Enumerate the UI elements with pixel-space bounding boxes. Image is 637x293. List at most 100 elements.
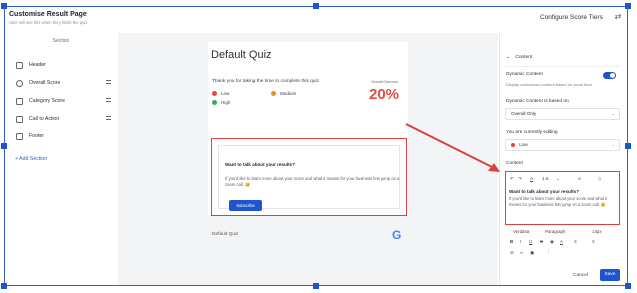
legend-label: Low bbox=[221, 91, 230, 96]
annotation-arrow bbox=[405, 123, 500, 172]
page-title: Customise Result Page bbox=[9, 11, 87, 18]
line-height-select[interactable]: 1.5 bbox=[542, 176, 548, 181]
cancel-button[interactable]: Cancel bbox=[573, 273, 588, 278]
section-item-call-to-action[interactable]: Call to Action bbox=[16, 114, 116, 124]
section-item-label: Header bbox=[29, 62, 47, 68]
resize-handle[interactable] bbox=[1, 3, 7, 9]
page-subtitle: User will see this when they finish the … bbox=[9, 20, 88, 25]
legend-dot bbox=[212, 91, 217, 96]
chevron-down-icon: ⌄ bbox=[611, 111, 615, 116]
align-left-icon[interactable]: ≡ bbox=[574, 239, 577, 244]
chevron-down-icon: ⌄ bbox=[611, 142, 615, 147]
swap-icon[interactable]: ⇄ bbox=[613, 12, 623, 22]
font-color-icon[interactable]: A bbox=[560, 239, 563, 244]
legend-item-high: High bbox=[212, 100, 230, 105]
content-collapse-label: Content bbox=[515, 55, 533, 60]
section-item-category-score[interactable]: Category Score bbox=[16, 96, 116, 106]
tag-icon[interactable]: ◇ bbox=[598, 176, 602, 182]
legend-dot bbox=[212, 100, 217, 105]
divider bbox=[505, 66, 620, 67]
cta-body: If you'd like to learn more about your s… bbox=[225, 176, 400, 187]
font-size-select[interactable]: 14px bbox=[592, 229, 602, 234]
save-button[interactable]: Save bbox=[600, 269, 620, 281]
dynamic-content-description: Display customized content based on scor… bbox=[506, 82, 592, 87]
clear-format-icon[interactable]: ⊘ bbox=[510, 250, 514, 256]
dynamic-content-label: Dynamic Content bbox=[506, 72, 543, 77]
resize-handle[interactable] bbox=[1, 283, 7, 289]
image-icon[interactable]: ▣ bbox=[530, 250, 534, 256]
underline-icon[interactable]: U bbox=[529, 239, 532, 244]
score-icon bbox=[16, 79, 23, 87]
outcome-value: 20% bbox=[369, 86, 400, 103]
editor-heading[interactable]: Want to talk about your results? bbox=[509, 189, 579, 194]
quiz-title: Default Quiz bbox=[211, 49, 272, 61]
rich-text-editor[interactable]: ↶ ↷ A 1.5 ⌄ ∞ ◇ Want to talk about your … bbox=[505, 171, 620, 225]
resize-handle[interactable] bbox=[625, 3, 631, 9]
drag-handle-icon[interactable] bbox=[106, 98, 111, 102]
redo-icon[interactable]: ↷ bbox=[518, 176, 522, 182]
cta-heading: Want to talk about your results? bbox=[225, 162, 296, 167]
section-item-header[interactable]: Header bbox=[16, 60, 116, 70]
call-to-action-highlight[interactable]: Want to talk about your results? If you'… bbox=[211, 138, 407, 216]
dynamic-content-toggle[interactable] bbox=[603, 72, 616, 79]
cta-icon bbox=[16, 115, 23, 123]
content-label: Content bbox=[506, 161, 523, 166]
add-section-button[interactable]: + Add Section bbox=[15, 156, 47, 162]
link-icon[interactable]: ∞ bbox=[578, 176, 581, 181]
paragraph-style-select[interactable]: Paragraph bbox=[545, 229, 566, 234]
section-header: Section bbox=[52, 38, 70, 44]
strikethrough-icon[interactable]: S bbox=[540, 239, 543, 244]
resize-handle[interactable] bbox=[625, 283, 631, 289]
text-color-icon[interactable]: A bbox=[530, 176, 533, 181]
editing-label: You are currently editing bbox=[506, 130, 558, 135]
page-header: Customise Result Page User will see this… bbox=[5, 7, 627, 31]
legend-item-low: Low bbox=[212, 91, 229, 96]
section-item-overall-score[interactable]: Overall Score bbox=[16, 78, 116, 88]
configure-score-tiers-link[interactable]: Configure Score Tiers bbox=[540, 14, 603, 21]
editing-tier-value: Low bbox=[519, 142, 528, 147]
based-on-select[interactable]: Overall Only ⌄ bbox=[505, 108, 620, 120]
legend-label: High bbox=[221, 100, 231, 105]
footer-quiz-name: Default Quiz bbox=[212, 232, 239, 237]
editor-toolbar: ↶ ↷ A 1.5 ⌄ ∞ ◇ bbox=[508, 174, 617, 184]
resize-handle[interactable] bbox=[313, 3, 319, 9]
content-settings-panel: ⌄ Content Dynamic Content Display custom… bbox=[499, 33, 627, 285]
result-page-preview: Default Quiz Thank you for taking the ti… bbox=[208, 42, 408, 216]
call-to-action-block[interactable]: Want to talk about your results? If you'… bbox=[218, 145, 400, 211]
italic-icon[interactable]: I bbox=[520, 239, 521, 244]
undo-icon[interactable]: ↶ bbox=[510, 176, 514, 182]
google-logo-icon: G bbox=[392, 228, 402, 242]
resize-handle[interactable] bbox=[625, 143, 631, 149]
resize-handle[interactable] bbox=[313, 283, 319, 289]
editor-body[interactable]: If you'd like to learn more about your s… bbox=[509, 196, 617, 208]
align-center-icon[interactable]: ≡ bbox=[592, 239, 595, 244]
based-on-value: Overall Only bbox=[511, 111, 537, 116]
tier-color-dot bbox=[511, 142, 515, 147]
content-collapse-toggle[interactable]: ⌄ Content bbox=[506, 55, 532, 60]
more-icon[interactable]: ⋮ bbox=[546, 249, 550, 255]
section-item-label: Category Score bbox=[29, 98, 66, 104]
drag-handle-icon[interactable] bbox=[106, 80, 111, 84]
outcome-label: Overall Outcome bbox=[371, 80, 398, 84]
based-on-label: Dynamic Content is based on bbox=[506, 99, 569, 104]
header-icon bbox=[16, 61, 23, 69]
section-item-label: Footer bbox=[29, 133, 44, 139]
footer-icon bbox=[16, 132, 23, 140]
highlight-icon[interactable]: ◉ bbox=[550, 239, 554, 245]
font-family-select[interactable]: Verdana bbox=[513, 229, 529, 234]
drag-handle-icon[interactable] bbox=[106, 116, 111, 120]
editing-tier-select[interactable]: Low ⌄ bbox=[505, 139, 620, 151]
bold-icon[interactable]: B bbox=[510, 239, 513, 244]
thanks-text: Thank you for taking the time to complet… bbox=[212, 79, 321, 84]
sections-sidebar: Section Header Overall Score Category Sc… bbox=[5, 33, 117, 285]
chevron-down-icon[interactable]: ⌄ bbox=[556, 176, 560, 182]
legend-label: Medium bbox=[280, 91, 297, 96]
subscribe-button[interactable]: Subscribe bbox=[229, 200, 262, 211]
section-item-label: Overall Score bbox=[29, 80, 61, 86]
legend-dot bbox=[271, 91, 276, 96]
link-icon[interactable]: ∞ bbox=[520, 250, 523, 255]
resize-handle[interactable] bbox=[1, 143, 7, 149]
section-item-label: Call to Action bbox=[29, 116, 60, 122]
section-item-footer[interactable]: Footer bbox=[16, 131, 116, 141]
category-icon bbox=[16, 97, 23, 105]
